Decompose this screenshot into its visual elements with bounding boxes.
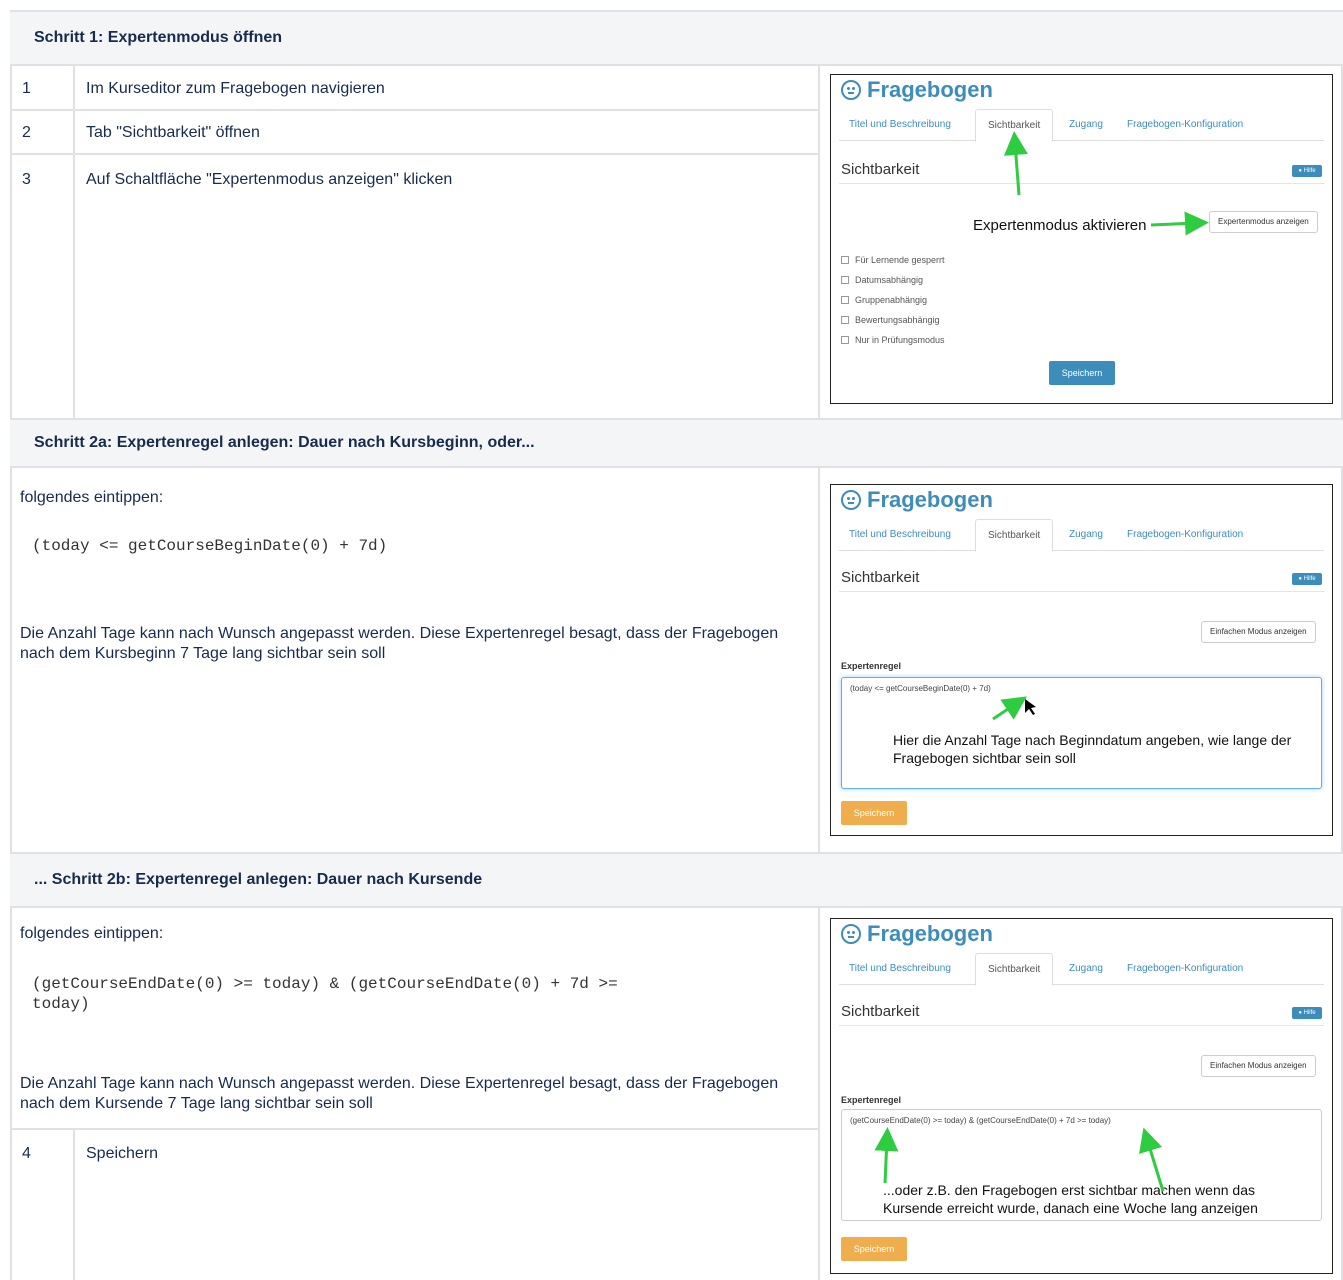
description-text: Die Anzahl Tage kann nach Wunsch angepas… (20, 625, 779, 662)
intro-text: folgendes eintippen: (20, 925, 164, 942)
step-number: 4 (22, 1145, 31, 1162)
screenshot-step1: Fragebogen Titel und Beschreibung Sichtb… (830, 74, 1333, 404)
step2a-header: Schritt 2a: Expertenregel anlegen: Dauer… (10, 418, 1343, 468)
arrow-overlay (874, 1127, 1165, 1192)
step-number: 2 (22, 124, 31, 141)
code-block: (getCourseEndDate(0) >= today) & (getCou… (32, 975, 618, 1013)
col-divider-num (73, 1128, 75, 1280)
cursor-icon (1025, 699, 1036, 715)
col-divider-shot (818, 468, 820, 852)
row-divider (10, 153, 818, 155)
row-divider (10, 1128, 818, 1130)
arrow-icon (1003, 131, 1028, 196)
col-divider-shot (818, 66, 820, 418)
table-border-left (10, 10, 12, 1280)
arrow-icon (874, 1127, 899, 1184)
step-text: Speichern (86, 1145, 159, 1162)
step2a-header-text: Schritt 2a: Expertenregel anlegen: Dauer… (34, 434, 535, 451)
code-block: (today <= getCourseBeginDate(0) + 7d) (32, 537, 388, 555)
screenshot-step2a: Fragebogen Titel und Beschreibung Sichtb… (830, 484, 1333, 836)
arrow-overlay (1003, 131, 1209, 236)
intro-text: folgendes eintippen: (20, 489, 164, 506)
step2b-header-text: ... Schritt 2b: Expertenregel anlegen: D… (34, 871, 483, 888)
step-text: Im Kurseditor zum Fragebogen navigieren (86, 80, 385, 97)
col-divider-shot (818, 908, 820, 1280)
arrow-icon (1150, 211, 1209, 236)
arrow-icon (992, 696, 1027, 721)
screenshot-step2b: Fragebogen Titel und Beschreibung Sichtb… (830, 918, 1333, 1274)
step2b-header: ... Schritt 2b: Expertenregel anlegen: D… (10, 852, 1343, 908)
step1-header-text: Schritt 1: Expertenmodus öffnen (34, 29, 283, 46)
step-text: Auf Schaltfläche "Expertenmodus anzeigen… (86, 171, 453, 188)
step-number: 1 (22, 80, 31, 97)
arrow-icon (1139, 1127, 1165, 1192)
description-text: Die Anzahl Tage kann nach Wunsch angepas… (20, 1075, 779, 1112)
row-divider (10, 109, 818, 111)
step-text: Tab "Sichtbarkeit" öffnen (86, 124, 260, 141)
step1-header: Schritt 1: Expertenmodus öffnen (10, 10, 1343, 66)
col-divider-num (73, 66, 75, 418)
arrow-overlay (992, 696, 1036, 721)
step-number: 3 (22, 171, 31, 188)
